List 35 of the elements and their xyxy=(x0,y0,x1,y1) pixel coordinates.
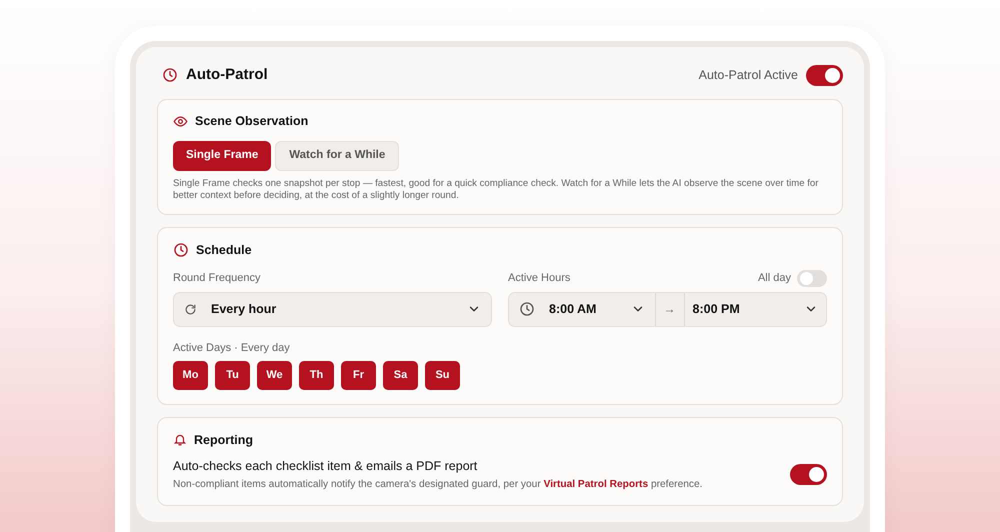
frequency-select[interactable]: Every hour xyxy=(173,292,492,326)
reports-link[interactable]: Virtual Patrol Reports xyxy=(544,479,648,490)
clock-icon xyxy=(162,67,178,83)
all-day-label: All day xyxy=(758,271,791,286)
day-toggle[interactable]: Th xyxy=(299,360,334,390)
clock-icon xyxy=(173,242,189,258)
bell-icon xyxy=(173,432,187,448)
day-toggle[interactable]: Sa xyxy=(383,360,418,390)
mode-description: Single Frame checks one snapshot per stop — fastest, good for a quick compliance check. Watch for a While lets the AI observe the scene over time for better context before deciding, at the cost of a slightly longer round. xyxy=(173,178,820,202)
report-note: Non-compliant items automatically notify the camera's designated guard, per your Virtual Patrol Reports preference. xyxy=(173,478,702,492)
day-toggle[interactable]: Fr xyxy=(341,360,376,390)
section-title: Scene Observation xyxy=(195,113,308,130)
refresh-icon xyxy=(184,302,197,316)
day-toggle[interactable]: Su xyxy=(425,360,460,390)
mode-button[interactable]: Single Frame xyxy=(173,140,272,171)
mode-button[interactable]: Watch for a While xyxy=(275,140,400,171)
eye-icon xyxy=(173,114,188,129)
start-time-select[interactable]: 8:00 AM xyxy=(509,292,656,326)
report-heading: Auto-checks each checklist item & emails a PDF report xyxy=(173,458,478,476)
active-label: Auto-Patrol Active xyxy=(698,66,798,84)
section-title: Schedule xyxy=(196,242,252,259)
clock-icon xyxy=(519,301,535,317)
toggle-switch[interactable] xyxy=(797,270,827,287)
day-toggle[interactable]: Tu xyxy=(215,360,250,390)
toggle-switch[interactable] xyxy=(806,64,843,86)
field-label: Active Days · Every day xyxy=(173,341,290,356)
section-title: Reporting xyxy=(194,432,254,449)
panel-title: Auto-Patrol xyxy=(186,64,268,85)
end-time-select[interactable]: 8:00 PM xyxy=(684,292,826,326)
arrow-glyph: → xyxy=(662,301,676,318)
day-toggle[interactable]: We xyxy=(257,360,292,390)
field-label: Active Hours xyxy=(508,271,570,286)
day-toggle[interactable]: Mo xyxy=(173,360,208,390)
toggle-switch[interactable] xyxy=(790,464,827,486)
field-label: Round Frequency xyxy=(173,271,260,286)
